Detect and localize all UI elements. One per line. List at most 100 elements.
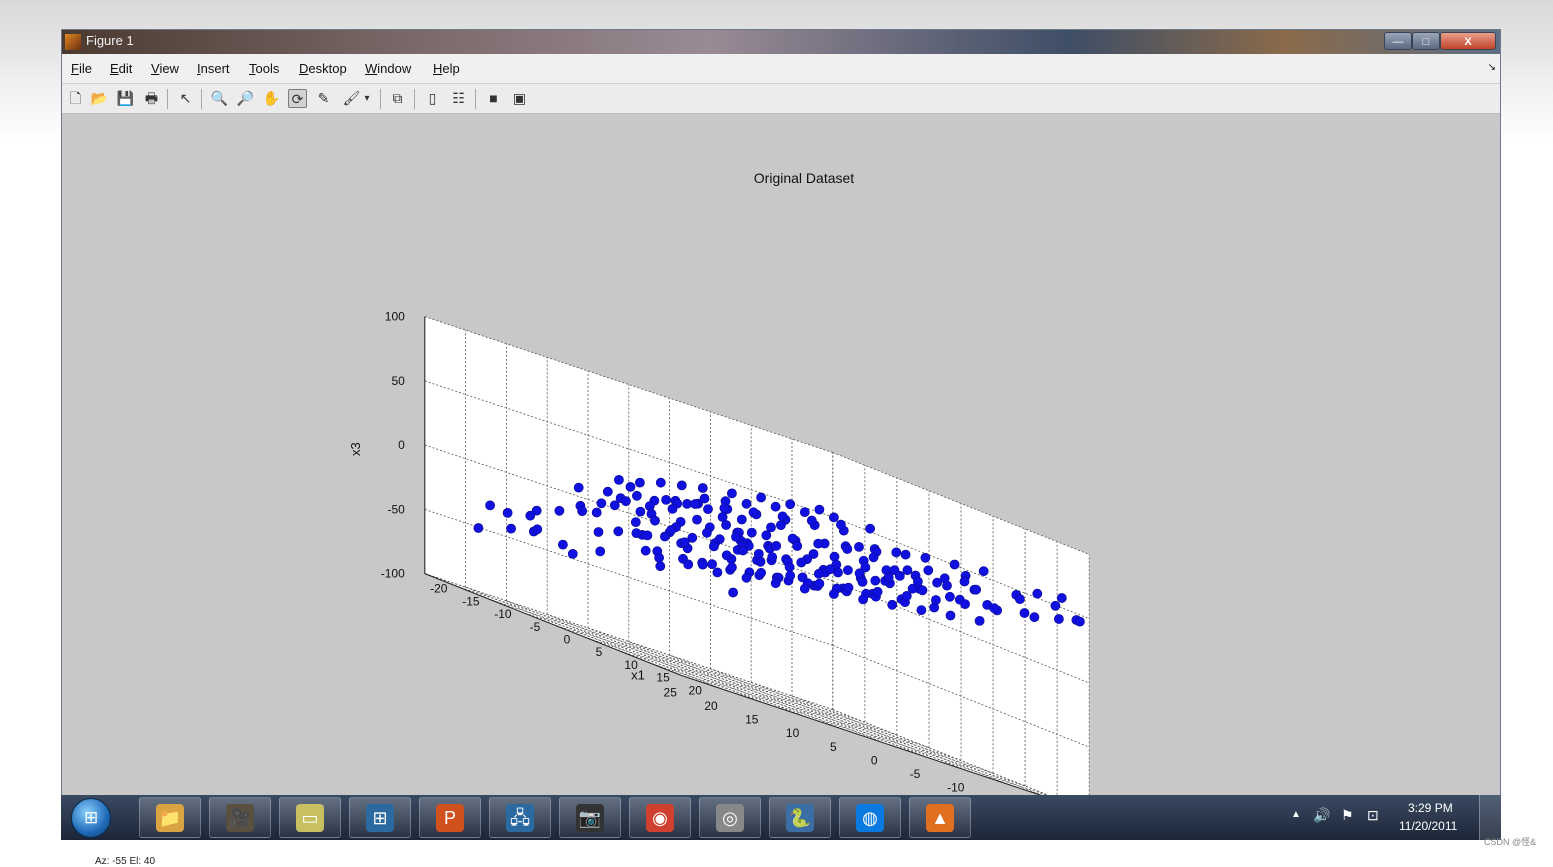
pan-icon[interactable]: ✋ xyxy=(262,89,281,108)
data-point[interactable] xyxy=(679,537,690,548)
data-point[interactable] xyxy=(554,505,565,516)
data-point[interactable] xyxy=(785,570,796,581)
data-point[interactable] xyxy=(767,552,778,562)
data-point[interactable] xyxy=(865,523,875,534)
show-desktop-button[interactable] xyxy=(1479,795,1502,840)
insert-legend-icon[interactable]: ☷ xyxy=(449,89,468,108)
data-point[interactable] xyxy=(974,615,985,626)
data-point[interactable] xyxy=(776,520,786,531)
data-point[interactable] xyxy=(635,477,645,488)
scatter3-axes[interactable]: -20-15-10-505101520-25-20-15-10-50510152… xyxy=(62,114,1500,795)
data-point[interactable] xyxy=(719,503,730,513)
data-point[interactable] xyxy=(692,514,702,525)
data-point[interactable] xyxy=(829,589,839,599)
data-point[interactable] xyxy=(916,605,927,615)
brush-icon[interactable]: 🖌 xyxy=(342,89,361,108)
taskbar-button[interactable]: ◎ xyxy=(699,797,761,838)
data-point[interactable] xyxy=(741,572,752,583)
data-point[interactable] xyxy=(761,530,772,541)
data-point[interactable] xyxy=(756,567,766,578)
brush-dropdown-icon[interactable]: ▾ xyxy=(362,89,372,108)
data-point[interactable] xyxy=(697,559,708,570)
data-point[interactable] xyxy=(785,499,796,510)
data-point[interactable] xyxy=(1032,588,1043,599)
data-point[interactable] xyxy=(932,577,942,588)
menu-window[interactable]: Window xyxy=(365,61,411,76)
data-point[interactable] xyxy=(770,578,781,589)
data-point[interactable] xyxy=(917,585,928,596)
data-point[interactable] xyxy=(703,504,713,514)
data-point[interactable] xyxy=(625,481,636,492)
link-plot-icon[interactable]: ⧉ xyxy=(388,89,407,108)
data-point[interactable] xyxy=(506,523,516,534)
data-point[interactable] xyxy=(770,501,781,512)
data-point[interactable] xyxy=(736,514,747,525)
clock-time[interactable]: 3:29 PM xyxy=(1408,801,1453,815)
data-point[interactable] xyxy=(755,556,766,567)
data-point[interactable] xyxy=(595,546,606,557)
data-point[interactable] xyxy=(829,512,839,523)
data-point[interactable] xyxy=(525,510,536,521)
close-button[interactable]: X xyxy=(1440,32,1496,50)
data-point[interactable] xyxy=(931,595,941,605)
hide-plot-tools-icon[interactable]: ■ xyxy=(484,89,503,108)
show-plot-tools-icon[interactable]: ▣ xyxy=(510,89,529,108)
data-point[interactable] xyxy=(654,552,664,563)
menu-tools[interactable]: Tools xyxy=(249,61,279,76)
menu-file[interactable]: File xyxy=(71,61,92,76)
data-point[interactable] xyxy=(883,572,894,583)
data-point[interactable] xyxy=(1019,608,1030,618)
title-bar[interactable]: Figure 1 — □ X xyxy=(62,30,1500,54)
data-point[interactable] xyxy=(621,496,631,507)
data-point[interactable] xyxy=(577,506,588,516)
data-point[interactable] xyxy=(787,533,798,544)
taskbar-button[interactable]: ▲ xyxy=(909,797,971,838)
data-point[interactable] xyxy=(858,594,868,605)
menu-desktop[interactable]: Desktop xyxy=(299,61,347,76)
data-point[interactable] xyxy=(901,590,912,601)
data-point[interactable] xyxy=(902,565,913,576)
data-point[interactable] xyxy=(721,520,731,530)
data-point[interactable] xyxy=(796,557,807,568)
data-point[interactable] xyxy=(1015,594,1025,604)
data-point[interactable] xyxy=(799,583,810,594)
data-point[interactable] xyxy=(614,474,624,485)
data-point[interactable] xyxy=(842,544,853,554)
maximize-button[interactable]: □ xyxy=(1412,32,1440,50)
data-point[interactable] xyxy=(920,552,931,563)
start-button[interactable]: ⊞ xyxy=(71,798,111,838)
data-point[interactable] xyxy=(806,515,817,526)
data-point[interactable] xyxy=(799,507,810,517)
data-point[interactable] xyxy=(945,610,956,621)
data-point[interactable] xyxy=(655,477,666,488)
data-point[interactable] xyxy=(609,500,620,511)
data-point[interactable] xyxy=(854,541,864,552)
insert-colorbar-icon[interactable]: ▯ xyxy=(423,89,442,108)
data-point[interactable] xyxy=(913,576,923,587)
action-center-flag-icon[interactable]: ⚑ xyxy=(1341,807,1354,824)
taskbar-button[interactable]: 📁 xyxy=(139,797,201,838)
taskbar-button[interactable]: 🐍 xyxy=(769,797,831,838)
taskbar-button[interactable]: 🖧 xyxy=(489,797,551,838)
data-point[interactable] xyxy=(690,499,701,509)
data-point[interactable] xyxy=(731,531,741,542)
data-point[interactable] xyxy=(473,523,484,533)
menu-insert[interactable]: Insert xyxy=(197,61,230,76)
edit-plot-icon[interactable]: ↖ xyxy=(176,89,195,108)
data-point[interactable] xyxy=(748,507,759,518)
zoom-out-icon[interactable]: 🔎 xyxy=(236,89,255,108)
data-point[interactable] xyxy=(676,480,687,491)
show-hidden-icons-icon[interactable]: ▲ xyxy=(1291,809,1301,820)
menu-help[interactable]: Help xyxy=(433,61,460,76)
data-point[interactable] xyxy=(836,519,846,530)
data-point[interactable] xyxy=(741,498,752,509)
data-point[interactable] xyxy=(640,545,651,556)
taskbar-button[interactable]: 🎥 xyxy=(209,797,271,838)
data-point[interactable] xyxy=(813,568,824,579)
taskbar-button[interactable]: ◍ xyxy=(839,797,901,838)
clock-date[interactable]: 11/20/2011 xyxy=(1399,819,1457,833)
data-point[interactable] xyxy=(887,599,898,610)
data-point[interactable] xyxy=(1056,593,1067,603)
data-cursor-icon[interactable]: ✎ xyxy=(314,89,333,108)
rotate-3d-icon[interactable]: ⟳ xyxy=(288,89,307,108)
